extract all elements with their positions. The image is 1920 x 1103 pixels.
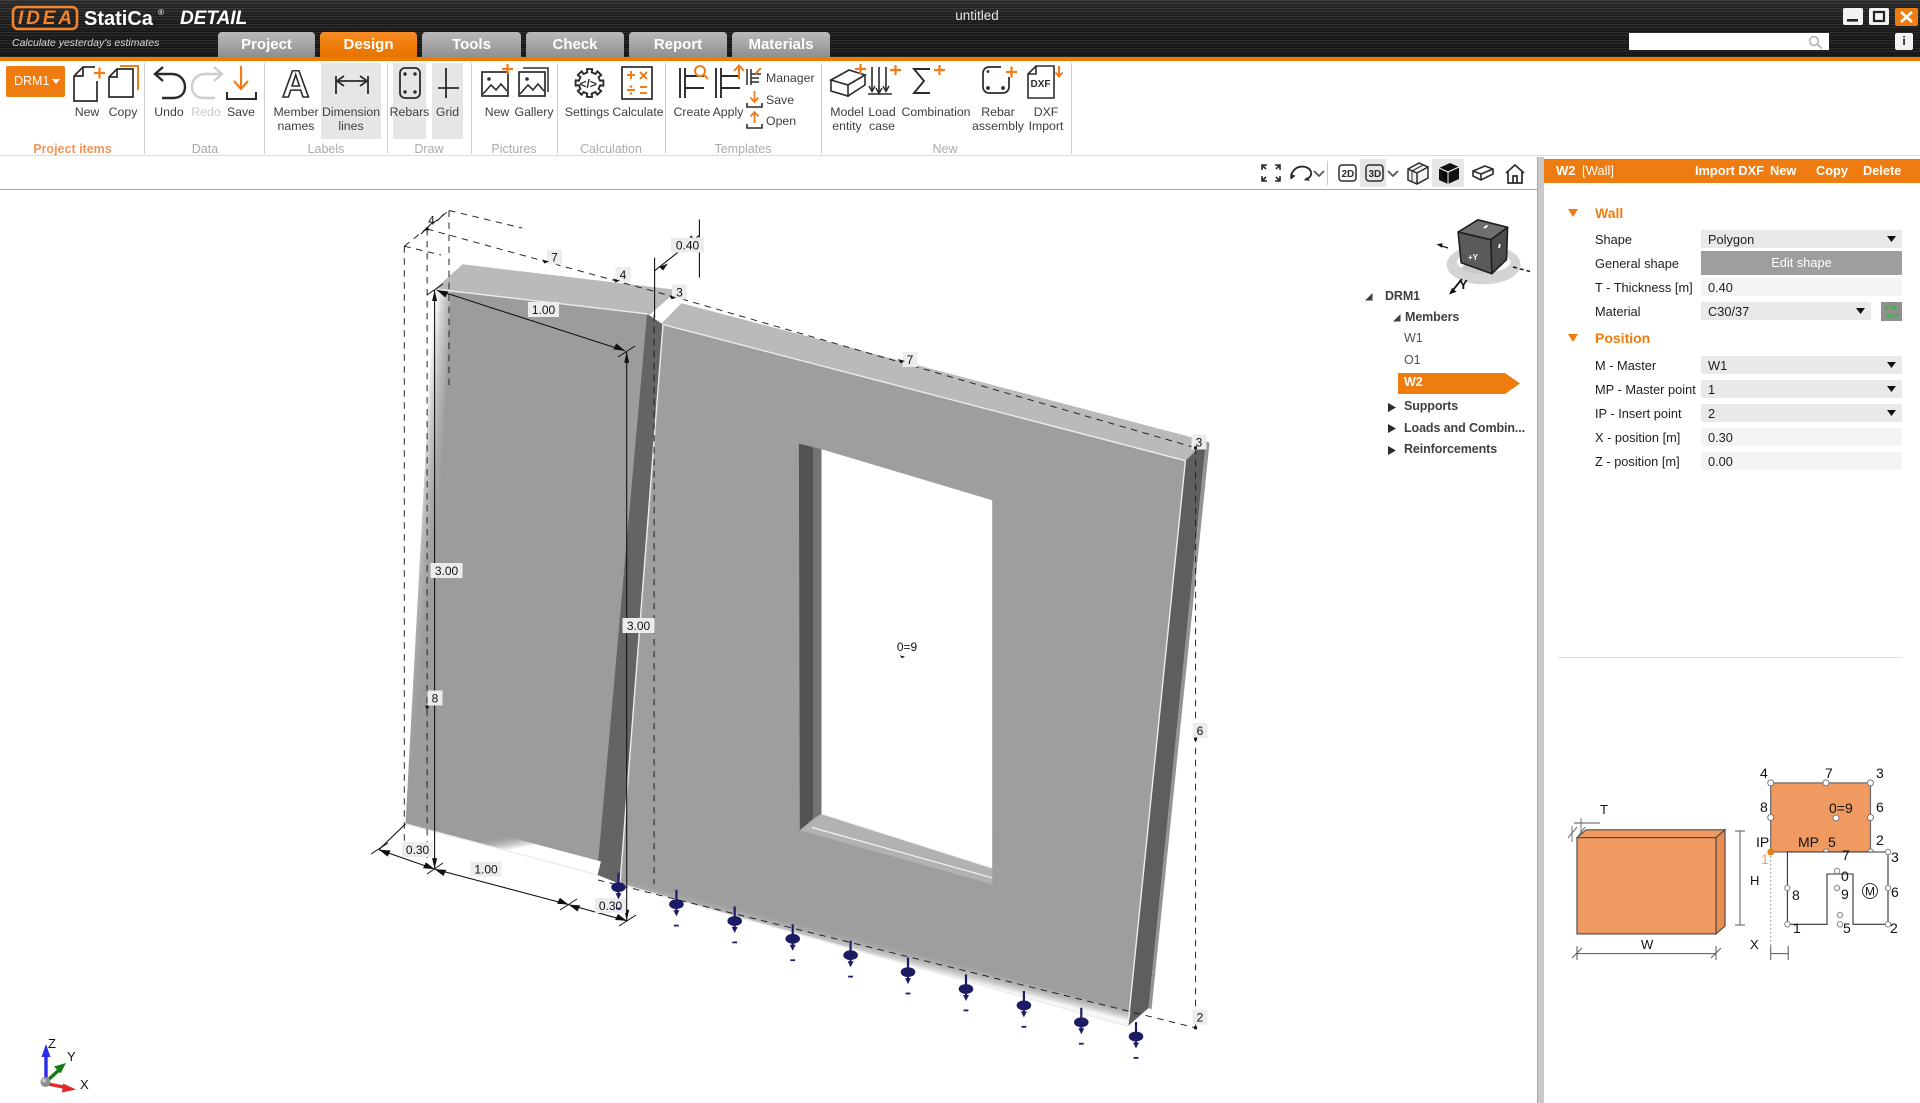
svg-text:0.30: 0.30 (406, 843, 430, 857)
svg-text:0: 0 (1841, 868, 1849, 884)
svg-text:7: 7 (1842, 847, 1850, 863)
svg-text:MP: MP (1798, 834, 1819, 850)
svg-text:5: 5 (1828, 834, 1836, 850)
svg-text:3: 3 (1891, 849, 1899, 865)
svg-text:2: 2 (1197, 1011, 1204, 1025)
svg-text:W: W (1641, 937, 1654, 952)
svg-text:7: 7 (1825, 765, 1833, 781)
svg-text:3.00: 3.00 (627, 619, 651, 633)
svg-text:2: 2 (1890, 920, 1898, 936)
svg-text:4: 4 (620, 268, 627, 282)
svg-text:6: 6 (1876, 799, 1884, 815)
svg-text:8: 8 (432, 692, 439, 706)
svg-text:6: 6 (1891, 884, 1899, 900)
svg-text:4: 4 (1760, 765, 1768, 781)
svg-text:0=9: 0=9 (897, 640, 918, 654)
svg-text:X: X (80, 1077, 89, 1092)
svg-text:X: X (1750, 937, 1759, 952)
svg-text:0=9: 0=9 (1829, 800, 1853, 816)
svg-text:+Y: +Y (1468, 253, 1479, 262)
svg-text:6: 6 (1197, 724, 1204, 738)
svg-text:1.00: 1.00 (532, 303, 556, 317)
svg-text:1.00: 1.00 (474, 863, 498, 877)
svg-text:0.30: 0.30 (599, 899, 623, 913)
svg-text:9: 9 (1841, 886, 1849, 902)
svg-text:Y: Y (67, 1049, 76, 1064)
svg-text:1: 1 (1793, 920, 1801, 936)
svg-text:3: 3 (1876, 765, 1884, 781)
svg-text:T: T (1600, 802, 1608, 817)
svg-text:2: 2 (1876, 832, 1884, 848)
svg-text:3.00: 3.00 (435, 564, 459, 578)
svg-text:5: 5 (1843, 920, 1851, 936)
svg-text:7: 7 (551, 251, 558, 265)
svg-text:3: 3 (676, 286, 683, 300)
svg-text:Y: Y (1459, 277, 1468, 292)
svg-text:7: 7 (907, 353, 914, 367)
svg-text:8: 8 (1760, 799, 1768, 815)
svg-text:8: 8 (1792, 887, 1800, 903)
svg-text:M: M (1865, 885, 1875, 899)
svg-text:1: 1 (1761, 851, 1769, 867)
svg-text:IP: IP (1756, 834, 1769, 850)
svg-text:Z: Z (48, 1036, 56, 1051)
svg-text:0.40: 0.40 (676, 239, 700, 253)
svg-text:H: H (1750, 873, 1759, 888)
